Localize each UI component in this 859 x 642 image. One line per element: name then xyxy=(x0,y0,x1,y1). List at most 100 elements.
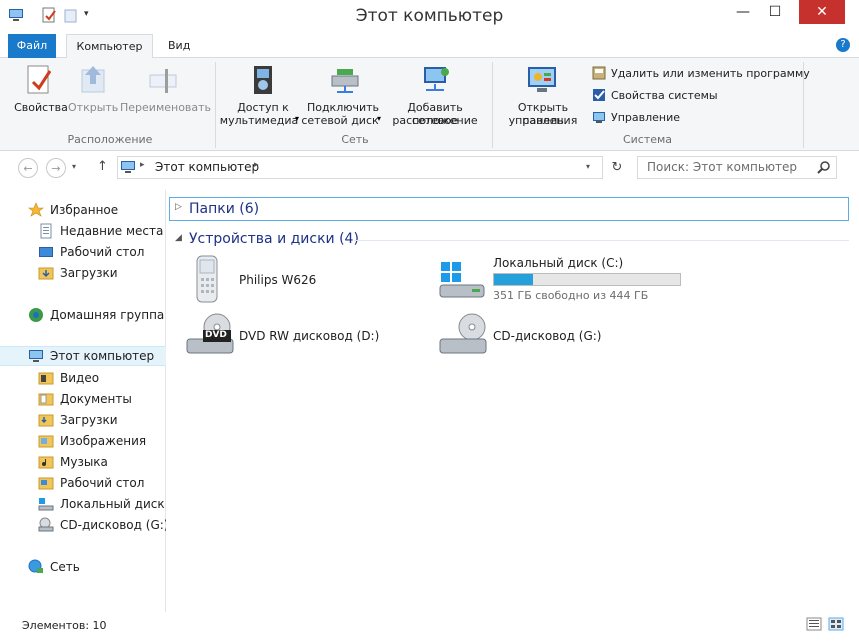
downloads-folder-icon xyxy=(38,267,54,280)
search-icon[interactable] xyxy=(817,160,831,177)
tab-view[interactable]: Вид xyxy=(156,34,202,59)
breadcrumb-separator-icon[interactable]: ▸ xyxy=(254,160,259,170)
system-properties-label: Свойства системы xyxy=(611,88,718,102)
nav-item-downloads-pc[interactable]: Загрузки xyxy=(0,410,166,430)
nav-item-local-disk[interactable]: Локальный диск (C xyxy=(0,494,166,514)
computer-icon xyxy=(120,160,136,177)
properties-button[interactable]: Свойства xyxy=(14,101,68,114)
add-network-location-icon xyxy=(420,64,452,99)
manage-item[interactable]: Управление xyxy=(592,110,680,124)
system-properties-icon xyxy=(593,89,605,101)
system-group-label: Система xyxy=(622,133,673,146)
music-folder-icon xyxy=(38,456,54,469)
properties-icon xyxy=(24,64,56,99)
nav-item-cd-drive[interactable]: CD-дисковод (G:) xyxy=(0,515,166,535)
details-view-icon[interactable] xyxy=(806,617,822,634)
control-panel-line2[interactable]: управления xyxy=(497,114,589,127)
nav-item-desktop-pc[interactable]: Рабочий стол xyxy=(0,473,166,493)
network-icon xyxy=(28,559,43,573)
map-drive-chevron-icon[interactable]: ▾ xyxy=(377,114,381,123)
dvd-drive-label[interactable]: DVD RW дисковод (D:) xyxy=(239,329,379,343)
cd-drive-label[interactable]: CD-дисковод (G:) xyxy=(493,329,601,343)
status-bar xyxy=(0,612,859,642)
map-drive-icon xyxy=(328,64,362,99)
refresh-button[interactable]: ↻ xyxy=(606,157,628,178)
nav-item-desktop[interactable]: Рабочий стол xyxy=(0,242,166,262)
up-button[interactable]: ↑ xyxy=(97,159,108,174)
nav-label: Рабочий стол xyxy=(60,476,145,490)
nav-label: Избранное xyxy=(50,203,119,217)
address-dropdown-chevron-icon[interactable]: ▾ xyxy=(586,162,590,171)
map-drive-line2[interactable]: сетевой диск xyxy=(300,114,380,127)
uninstall-program-item[interactable]: Удалить или изменить программу xyxy=(592,66,810,80)
map-drive-line1[interactable]: Подключить xyxy=(303,101,383,114)
recent-locations-chevron-icon[interactable]: ▾ xyxy=(72,162,76,171)
media-access-icon xyxy=(248,64,280,99)
nav-label: Этот компьютер xyxy=(50,349,155,363)
nav-item-pictures[interactable]: Изображения xyxy=(0,431,166,451)
star-icon xyxy=(28,202,44,217)
recent-places-icon xyxy=(40,223,52,239)
breadcrumb-separator-icon[interactable]: ▸ xyxy=(140,160,145,170)
local-disk-free-text: 351 ГБ свободно из 444 ГБ xyxy=(493,289,649,302)
nav-label: Рабочий стол xyxy=(60,245,145,259)
documents-folder-icon xyxy=(38,393,54,406)
manage-icon xyxy=(593,112,605,123)
ribbon-separator xyxy=(803,62,804,148)
media-access-line1[interactable]: Доступ к xyxy=(222,101,304,114)
nav-item-documents[interactable]: Документы xyxy=(0,389,166,409)
nav-item-downloads[interactable]: Загрузки xyxy=(0,263,166,283)
nav-item-this-pc[interactable]: Этот компьютер xyxy=(0,346,166,366)
folders-group-title: Папки (6) xyxy=(189,201,260,217)
devices-group-title: Устройства и диски (4) xyxy=(189,231,359,247)
nav-item-recent-places[interactable]: Недавние места xyxy=(0,221,166,241)
rename-button[interactable]: Переименовать xyxy=(120,101,211,114)
nav-item-network[interactable]: Сеть xyxy=(0,557,166,577)
disk-usage-fill xyxy=(494,274,534,285)
open-button[interactable]: Открыть xyxy=(68,101,118,114)
nav-label: Музыка xyxy=(60,455,108,469)
system-properties-item[interactable]: Свойства системы xyxy=(592,88,718,102)
nav-item-videos[interactable]: Видео xyxy=(0,368,166,388)
phone-label[interactable]: Philips W626 xyxy=(239,273,316,287)
computer-icon xyxy=(29,350,43,362)
desktop-icon xyxy=(39,247,53,257)
close-button[interactable]: ✕ xyxy=(799,0,845,24)
folders-group-header[interactable] xyxy=(169,197,849,221)
local-disk-icon xyxy=(438,257,488,304)
nav-label: Сеть xyxy=(50,560,80,574)
ribbon-separator xyxy=(492,62,493,148)
collapse-chevron-icon[interactable]: ◢ xyxy=(175,233,182,243)
network-group-label: Сеть xyxy=(341,133,369,146)
forward-arrow-icon: → xyxy=(51,161,61,175)
item-count: Элементов: 10 xyxy=(22,619,107,632)
forward-button[interactable]: → xyxy=(46,158,66,178)
nav-item-favorites[interactable]: Избранное xyxy=(0,200,166,220)
help-icon[interactable]: ? xyxy=(836,38,850,52)
local-disk-icon xyxy=(38,498,54,511)
maximize-button[interactable]: ☐ xyxy=(752,0,798,24)
breadcrumb-this-pc[interactable]: Этот компьютер xyxy=(155,160,259,174)
local-disk-label[interactable]: Локальный диск (C:) xyxy=(493,256,623,270)
nav-label: Загрузки xyxy=(60,413,118,427)
media-access-chevron-icon[interactable]: ▾ xyxy=(295,114,299,123)
add-network-location-line2[interactable]: расположение xyxy=(385,114,485,127)
homegroup-icon xyxy=(29,308,43,322)
nav-label: CD-дисковод (G:) xyxy=(60,518,166,532)
tab-file[interactable]: Файл xyxy=(8,34,56,59)
media-access-line2[interactable]: мультимедиа xyxy=(218,114,300,127)
desktop-folder-icon xyxy=(38,477,54,490)
back-arrow-icon: ← xyxy=(23,161,33,175)
back-button[interactable]: ← xyxy=(18,158,38,178)
expand-chevron-icon[interactable]: ▷ xyxy=(175,202,182,212)
nav-item-music[interactable]: Музыка xyxy=(0,452,166,472)
nav-item-homegroup[interactable]: Домашняя группа xyxy=(0,305,166,325)
rename-icon xyxy=(148,66,180,97)
large-icons-view-icon[interactable] xyxy=(828,617,844,634)
videos-folder-icon xyxy=(38,372,54,385)
phone-icon xyxy=(187,254,227,307)
disk-usage-bar xyxy=(493,273,681,286)
search-input[interactable]: Поиск: Этот компьютер xyxy=(647,160,797,174)
manage-label: Управление xyxy=(611,110,681,124)
tab-computer[interactable]: Компьютер xyxy=(66,34,153,59)
